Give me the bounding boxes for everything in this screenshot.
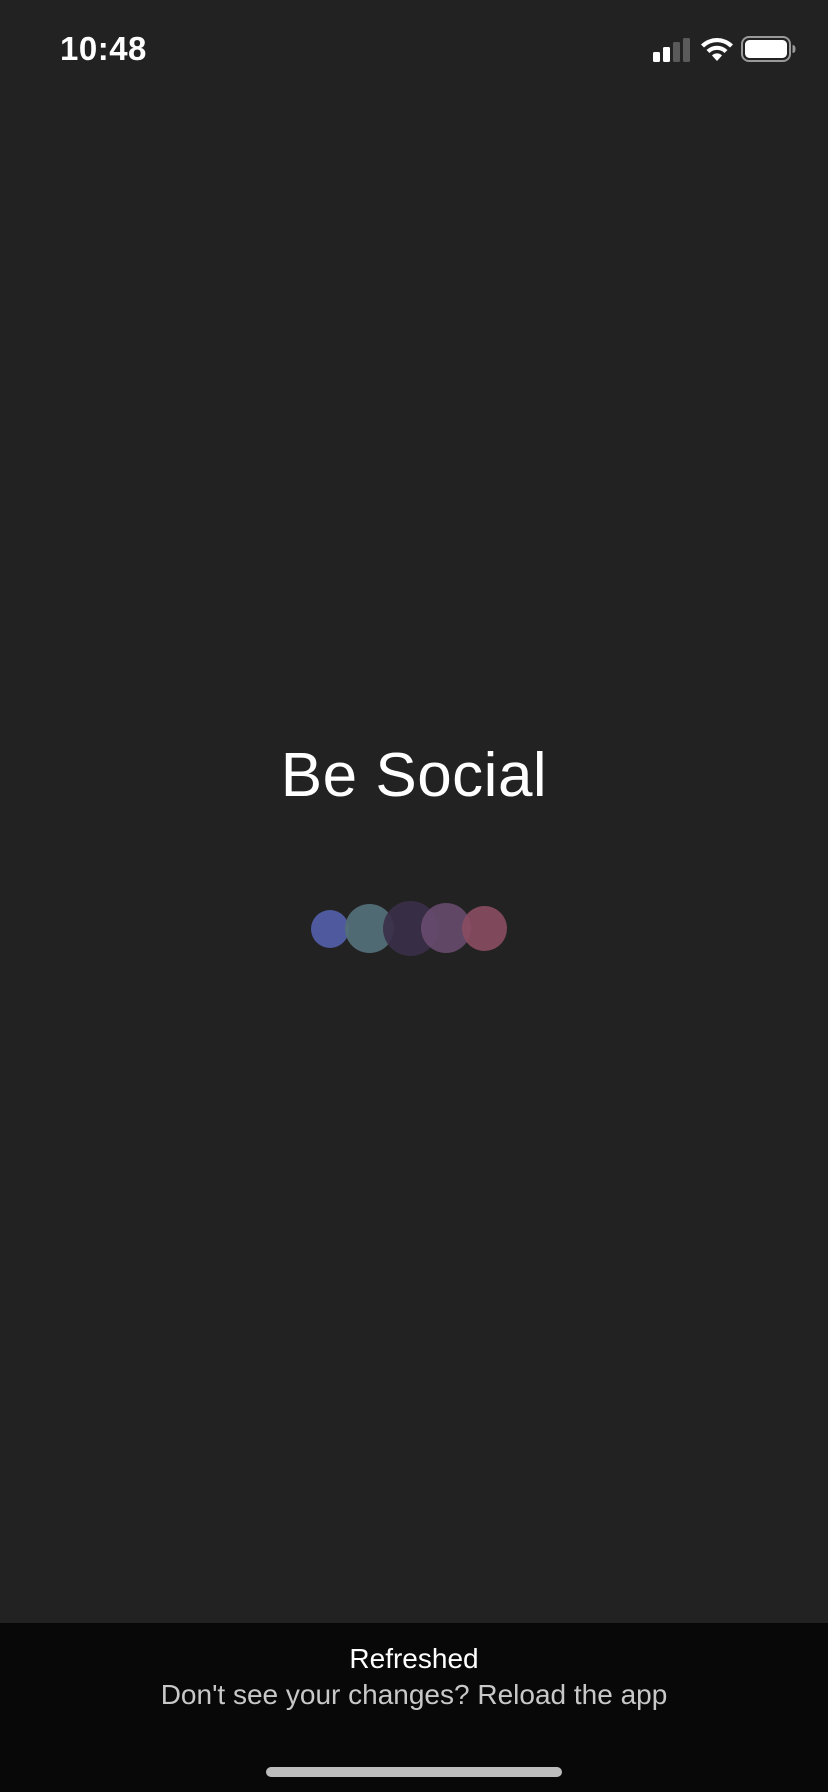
signal-icon (653, 38, 690, 62)
status-time: 10:48 (60, 30, 147, 67)
loading-indicator (300, 895, 520, 961)
loader-dot (462, 906, 507, 951)
refresh-toast[interactable]: Refreshed Don't see your changes? Reload… (0, 1623, 828, 1792)
splash-screen: 10:48 Be Social Refreshed Don't see your… (0, 0, 828, 1792)
toast-title: Refreshed (349, 1643, 479, 1674)
loader-dot (311, 910, 349, 948)
status-bar: 10:48 (0, 0, 828, 100)
battery-icon (741, 36, 796, 62)
app-title: Be Social (280, 741, 548, 810)
home-indicator[interactable] (266, 1767, 562, 1777)
toast-subtitle: Don't see your changes? Reload the app (160, 1679, 668, 1710)
wifi-icon (701, 38, 733, 61)
